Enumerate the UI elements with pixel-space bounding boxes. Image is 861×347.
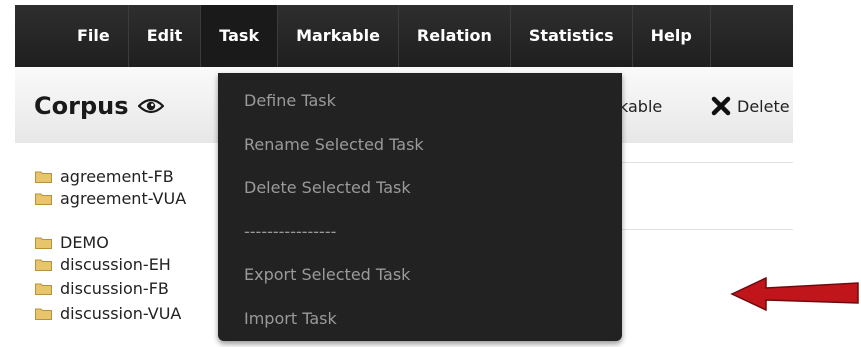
menu-markable[interactable]: Markable bbox=[278, 5, 399, 67]
corpus-title: Corpus bbox=[34, 92, 129, 120]
red-arrow-icon bbox=[730, 276, 859, 312]
menu-help[interactable]: Help bbox=[633, 5, 711, 67]
folder-icon bbox=[35, 193, 52, 205]
menu-separator: ---------------- bbox=[244, 222, 337, 241]
tree-item-label: DEMO bbox=[60, 232, 109, 252]
tree-item-label: discussion-FB bbox=[60, 278, 169, 298]
tree-item-discussion-eh[interactable]: discussion-EH bbox=[35, 253, 171, 275]
divider bbox=[595, 162, 793, 163]
tree-item-label: discussion-EH bbox=[60, 254, 171, 274]
task-dropdown-menu: Define Task Rename Selected Task Delete … bbox=[218, 73, 622, 341]
menu-relation[interactable]: Relation bbox=[399, 5, 511, 67]
menu-statistics[interactable]: Statistics bbox=[511, 5, 633, 67]
tree-item-agreement-fb[interactable]: agreement-FB bbox=[35, 165, 174, 187]
menu-edit[interactable]: Edit bbox=[129, 5, 202, 67]
folder-icon bbox=[35, 171, 52, 183]
tree-item-discussion-vua[interactable]: discussion-VUA bbox=[35, 302, 181, 324]
folder-icon bbox=[35, 237, 52, 249]
eye-icon[interactable] bbox=[138, 98, 164, 114]
folder-icon bbox=[35, 308, 52, 320]
close-icon[interactable] bbox=[711, 96, 731, 116]
delete-button[interactable]: Delete bbox=[737, 95, 808, 119]
tree-item-agreement-vua[interactable]: agreement-VUA bbox=[35, 187, 186, 209]
menu-item-define-task[interactable]: Define Task bbox=[244, 90, 336, 112]
menu-item-export-selected-task[interactable]: Export Selected Task bbox=[244, 264, 410, 286]
tree-item-demo[interactable]: DEMO bbox=[35, 231, 109, 253]
menu-bar: File Edit Task Markable Relation Statist… bbox=[15, 5, 793, 67]
menu-task[interactable]: Task bbox=[201, 5, 279, 67]
tree-item-label: agreement-VUA bbox=[60, 188, 187, 208]
divider bbox=[595, 229, 793, 230]
menu-file[interactable]: File bbox=[15, 5, 129, 67]
menu-item-rename-selected-task[interactable]: Rename Selected Task bbox=[244, 134, 424, 156]
tree-item-discussion-fb[interactable]: discussion-FB bbox=[35, 277, 169, 299]
folder-icon bbox=[35, 283, 52, 295]
tree-item-label: agreement-FB bbox=[60, 166, 174, 186]
add-markable-button[interactable]: kable bbox=[619, 95, 662, 119]
menu-item-delete-selected-task[interactable]: Delete Selected Task bbox=[244, 177, 411, 199]
tree-item-label: discussion-VUA bbox=[60, 303, 182, 323]
folder-icon bbox=[35, 259, 52, 271]
menu-item-import-task[interactable]: Import Task bbox=[244, 308, 337, 330]
